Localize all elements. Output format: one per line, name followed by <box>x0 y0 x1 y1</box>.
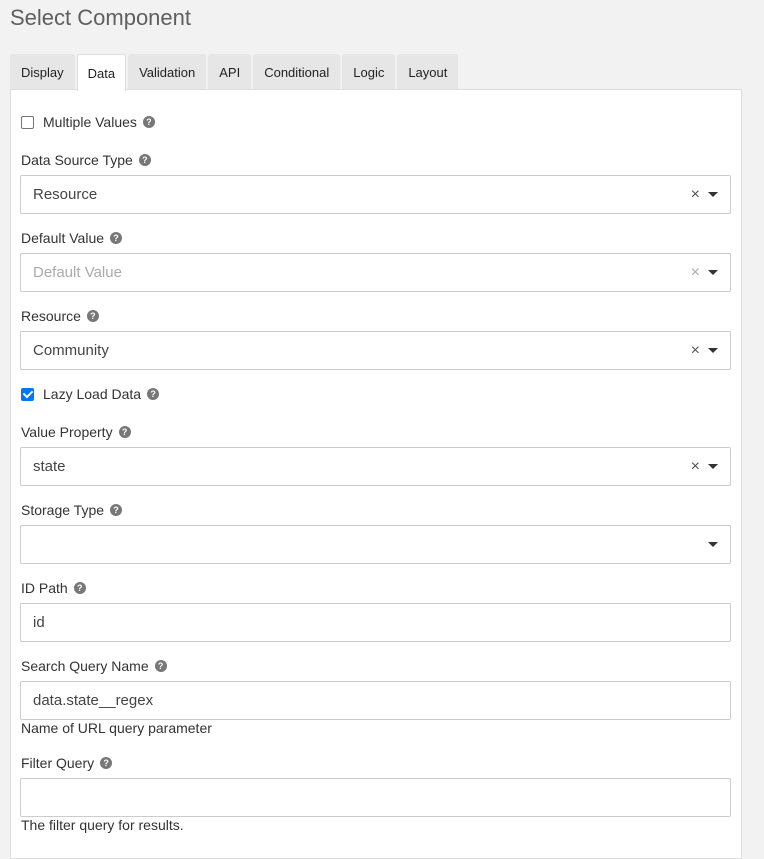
close-icon[interactable]: × <box>691 264 700 281</box>
default-value-label: Default Value <box>21 230 105 246</box>
question-circle-icon[interactable]: ? <box>142 116 155 128</box>
value-property-select[interactable]: state × <box>20 447 731 486</box>
question-circle-icon[interactable]: ? <box>118 426 131 438</box>
lazy-load-row: Lazy Load Data ? <box>21 385 160 403</box>
filter-query-hint: The filter query for results. <box>21 817 184 833</box>
value-property-value: state <box>33 458 66 475</box>
default-value-placeholder: Default Value <box>33 264 122 281</box>
search-query-name-label-row: Search Query Name ? <box>21 657 167 675</box>
resource-label: Resource <box>21 308 81 324</box>
caret-down-icon[interactable] <box>708 270 718 275</box>
tab-data[interactable]: Data <box>76 54 127 91</box>
question-circle-icon[interactable]: ? <box>86 310 99 322</box>
caret-down-icon[interactable] <box>708 542 718 547</box>
multiple-values-label: Multiple Values <box>43 114 137 130</box>
filter-query-label: Filter Query <box>21 755 95 771</box>
id-path-input[interactable]: id <box>20 603 731 642</box>
storage-type-label: Storage Type <box>21 502 105 518</box>
data-tab-panel: Multiple Values ? Data Source Type ? Res… <box>10 89 742 859</box>
value-property-label: Value Property <box>21 424 113 440</box>
question-circle-icon[interactable]: ? <box>110 504 123 516</box>
search-query-name-hint: Name of URL query parameter <box>21 720 212 736</box>
tab-validation[interactable]: Validation <box>128 54 207 90</box>
resource-label-row: Resource ? <box>21 307 99 325</box>
storage-type-label-row: Storage Type ? <box>21 501 123 519</box>
filter-query-input[interactable] <box>20 778 731 817</box>
data-source-type-select[interactable]: Resource × <box>20 175 731 214</box>
data-source-type-label-row: Data Source Type ? <box>21 151 151 169</box>
question-circle-icon[interactable]: ? <box>100 757 113 769</box>
question-circle-icon[interactable]: ? <box>154 660 167 672</box>
lazy-load-label: Lazy Load Data <box>43 386 142 402</box>
caret-down-icon[interactable] <box>708 464 718 469</box>
close-icon[interactable]: × <box>691 342 700 359</box>
default-value-select[interactable]: Default Value × <box>20 253 731 292</box>
search-query-name-label: Search Query Name <box>21 658 149 674</box>
lazy-load-checkbox[interactable] <box>21 387 34 401</box>
storage-type-select[interactable] <box>20 525 731 564</box>
caret-down-icon[interactable] <box>708 192 718 197</box>
id-path-label: ID Path <box>21 580 68 596</box>
search-query-name-input[interactable]: data.state__regex <box>20 681 731 720</box>
tab-layout[interactable]: Layout <box>397 54 459 90</box>
tab-api[interactable]: API <box>208 54 252 90</box>
value-property-label-row: Value Property ? <box>21 423 131 441</box>
resource-select[interactable]: Community × <box>20 331 731 370</box>
question-circle-icon[interactable]: ? <box>138 154 151 166</box>
question-circle-icon[interactable]: ? <box>73 582 86 594</box>
caret-down-icon[interactable] <box>708 348 718 353</box>
close-icon[interactable]: × <box>691 458 700 475</box>
id-path-label-row: ID Path ? <box>21 579 86 597</box>
question-circle-icon[interactable]: ? <box>110 232 123 244</box>
tab-display[interactable]: Display <box>10 54 75 90</box>
resource-value: Community <box>33 342 109 359</box>
question-circle-icon[interactable]: ? <box>147 388 160 400</box>
tab-bar: Display Data Validation API Conditional … <box>10 54 460 91</box>
data-source-type-label: Data Source Type <box>21 152 133 168</box>
page-title: Select Component <box>10 5 191 30</box>
multiple-values-row: Multiple Values ? <box>21 113 155 131</box>
default-value-label-row: Default Value ? <box>21 229 123 247</box>
close-icon[interactable]: × <box>691 186 700 203</box>
data-source-type-value: Resource <box>33 186 98 203</box>
tab-conditional[interactable]: Conditional <box>253 54 341 90</box>
multiple-values-checkbox[interactable] <box>21 115 34 129</box>
tab-logic[interactable]: Logic <box>342 54 396 90</box>
filter-query-label-row: Filter Query ? <box>21 754 113 772</box>
